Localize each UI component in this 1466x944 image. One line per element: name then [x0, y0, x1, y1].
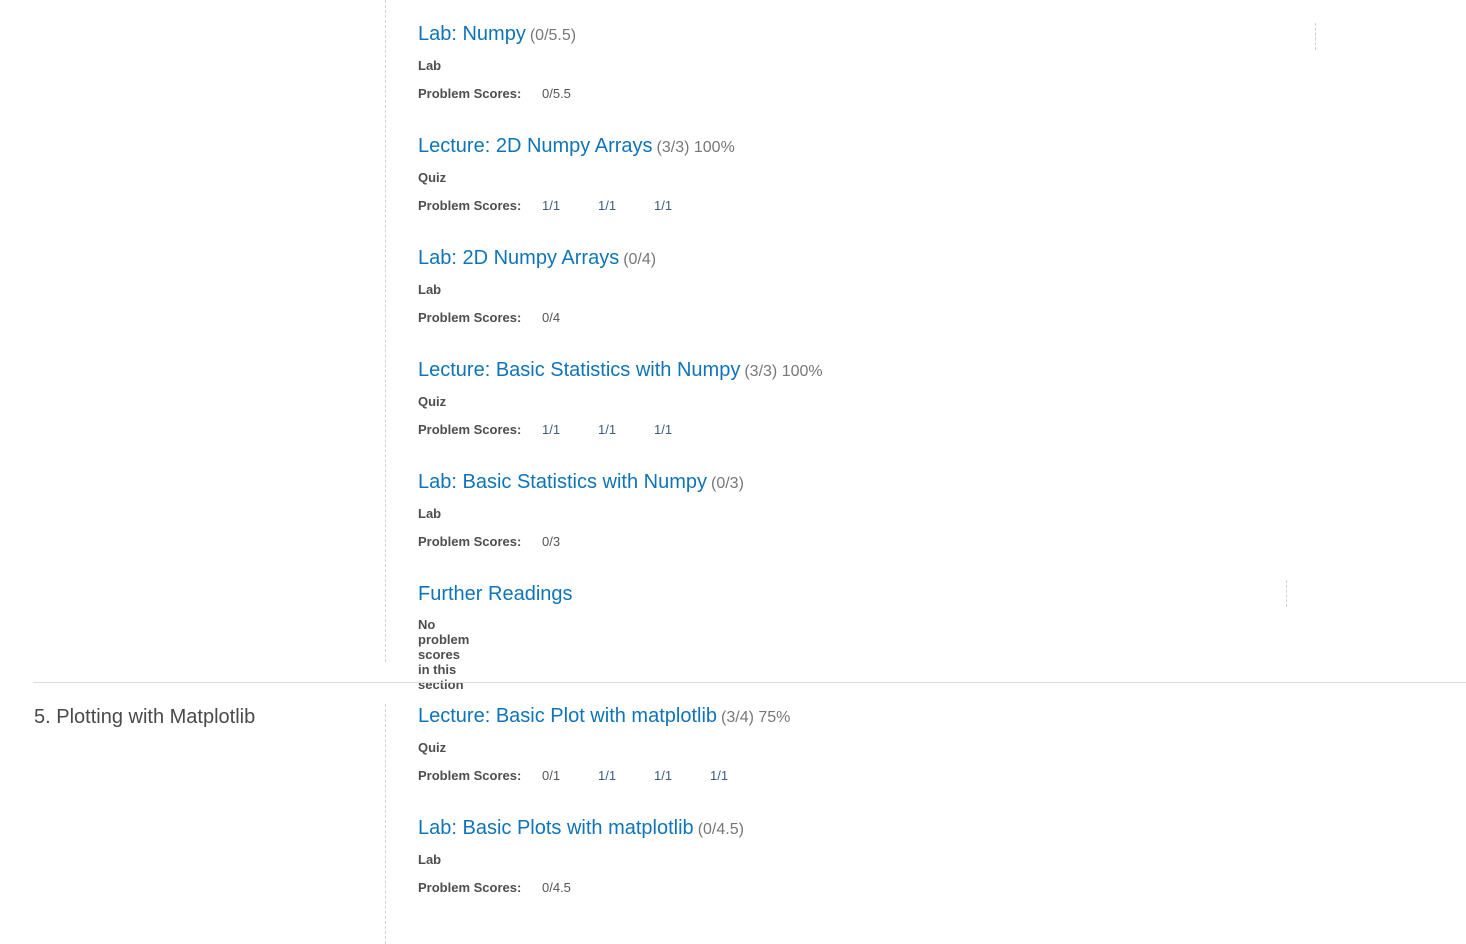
problem-scores: Problem Scores: 1/1 1/1 1/1 — [418, 198, 710, 213]
problem-score: 0/4.5 — [542, 880, 571, 895]
item-type: Lab — [418, 282, 442, 297]
item-type: Quiz — [418, 394, 447, 409]
subsection-link[interactable]: Lecture: Basic Statistics with Numpy — [418, 359, 740, 381]
dashed-divider — [1286, 580, 1287, 607]
problem-scores: Problem Scores: 0/1 1/1 1/1 1/1 — [418, 768, 766, 783]
item-score: (0/3) — [711, 475, 744, 492]
problem-score: 1/1 — [654, 768, 673, 783]
item-score: (0/4.5) — [697, 821, 744, 838]
item-heading: Further Readings — [418, 583, 573, 606]
item-heading: Lecture: Basic Plot with matplotlib (3/4)… — [418, 705, 790, 728]
problem-score: 0/5.5 — [542, 86, 571, 101]
problem-scores: Problem Scores: 0/4.5 — [418, 880, 598, 895]
item-heading: Lab: 2D Numpy Arrays (0/4) — [418, 247, 656, 270]
problem-score: 1/1 — [598, 422, 617, 437]
problem-score: 0/1 — [542, 768, 561, 783]
problem-scores-label: Problem Scores: — [418, 198, 522, 213]
item-heading: Lab: Basic Plots with matplotlib (0/4.5) — [418, 817, 744, 840]
item-heading: Lab: Numpy (0/5.5) — [418, 23, 576, 46]
item-heading: Lab: Basic Statistics with Numpy (0/3) — [418, 471, 744, 494]
problem-scores: Problem Scores: 0/3 — [418, 534, 598, 549]
item-score: (0/5.5) — [529, 27, 577, 44]
problem-score: 1/1 — [654, 198, 673, 213]
subsection-list: Lab: Numpy (0/5.5) Lab Problem Scores: 0/5.5… — [385, 0, 823, 692]
problem-scores: Problem Scores: 1/1 1/1 1/1 — [418, 422, 710, 437]
problem-scores-label: Problem Scores: — [418, 768, 522, 783]
problem-score: 0/3 — [542, 534, 561, 549]
section-divider — [33, 682, 1466, 683]
problem-scores-label: Problem Scores: — [418, 310, 522, 325]
item-heading: Lecture: Basic Statistics with Numpy (3/3… — [418, 359, 823, 382]
problem-score: 1/1 — [598, 198, 617, 213]
problem-score: 1/1 — [710, 768, 729, 783]
subsection-list: Lecture: Basic Plot with matplotlib (3/4)… — [385, 704, 790, 944]
item-type: Quiz — [418, 740, 447, 755]
item-type: Lab — [418, 58, 442, 73]
subsection-link[interactable]: Further Readings — [418, 583, 573, 605]
item-score: (3/3) 100% — [656, 139, 735, 156]
dashed-divider — [1315, 23, 1316, 50]
item-score: (3/3) 100% — [744, 363, 823, 380]
problem-scores: Problem Scores: 0/4 — [418, 310, 598, 325]
subsection-link[interactable]: Lab: 2D Numpy Arrays — [418, 247, 619, 269]
problem-scores-label: Problem Scores: — [418, 422, 522, 437]
item-type: Lab — [418, 506, 442, 521]
problem-score: 1/1 — [654, 422, 673, 437]
problem-score: 1/1 — [542, 422, 561, 437]
subsection-link[interactable]: Lab: Basic Statistics with Numpy — [418, 471, 707, 493]
item-type: Lab — [418, 852, 442, 867]
item-score: (3/4) 75% — [721, 709, 791, 726]
subsection-link[interactable]: Lab: Basic Plots with matplotlib — [418, 817, 694, 839]
item-heading: Lecture: 2D Numpy Arrays (3/3) 100% — [418, 135, 735, 158]
subsection-link[interactable]: Lecture: Basic Plot with matplotlib — [418, 705, 717, 727]
no-scores-text: No problem scores in this section — [418, 617, 470, 692]
subsection-link[interactable]: Lecture: 2D Numpy Arrays — [418, 135, 653, 157]
problem-scores: Problem Scores: 0/5.5 — [418, 86, 598, 101]
item-score: (0/4) — [623, 251, 657, 268]
subsection-link[interactable]: Lab: Numpy — [418, 23, 526, 45]
item-type: Quiz — [418, 170, 447, 185]
problem-score: 1/1 — [598, 768, 617, 783]
problem-scores-label: Problem Scores: — [418, 880, 522, 895]
section-title: 5. Plotting with Matplotlib — [34, 706, 256, 728]
problem-scores-label: Problem Scores: — [418, 534, 522, 549]
problem-score: 1/1 — [542, 198, 561, 213]
problem-scores-label: Problem Scores: — [418, 86, 522, 101]
problem-score: 0/4 — [542, 310, 561, 325]
